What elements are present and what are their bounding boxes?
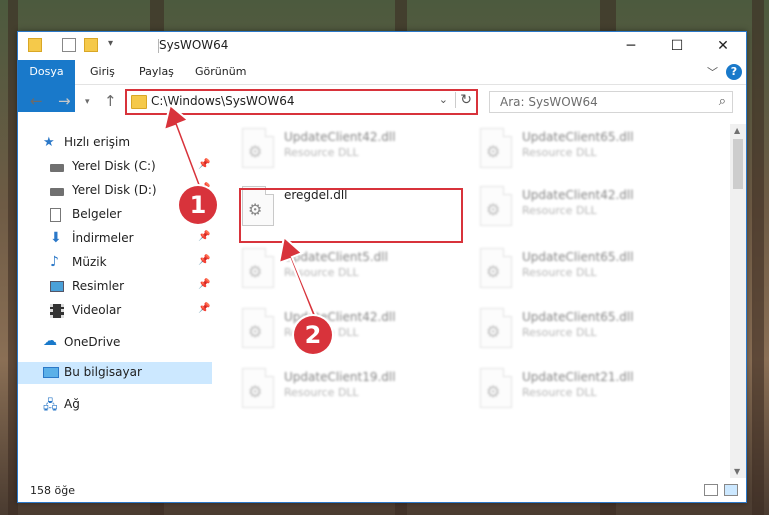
annotation-arrows: [162, 103, 321, 327]
arrow-1: [162, 103, 206, 197]
callout-1: 1: [179, 186, 217, 224]
arrow-2: [277, 235, 321, 327]
callout-2: 2: [294, 316, 332, 354]
